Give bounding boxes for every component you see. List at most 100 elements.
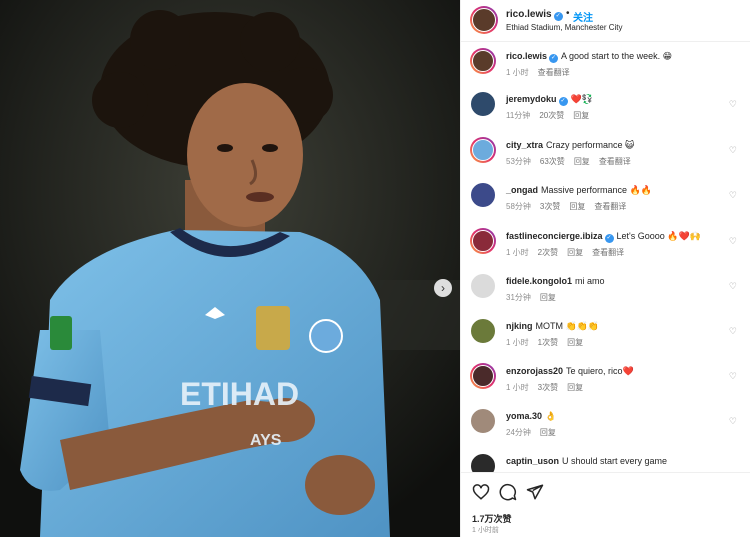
comment-like-icon[interactable]: ♡ <box>729 371 737 382</box>
comment-icon[interactable] <box>499 483 517 501</box>
share-icon[interactable] <box>526 483 544 501</box>
comment-text: mi amo <box>575 276 605 286</box>
comments-list[interactable]: rico.lewis ✓ A good start to the week. 😁 1 … <box>461 42 750 472</box>
post-location[interactable]: Ethiad Stadium, Manchester City <box>506 23 623 32</box>
comment-line: fidele.kongolo1 mi amo <box>506 276 605 286</box>
comment-text: Massive performance 🔥🔥 <box>541 185 652 195</box>
comment-username[interactable]: njking <box>506 321 533 331</box>
reply-button[interactable]: 回复 <box>574 157 590 166</box>
comment-like-icon[interactable]: ♡ <box>729 190 737 201</box>
comment-likes[interactable]: 63次赞 <box>540 157 565 166</box>
post-side-panel: rico.lewis ✓ • 关注 Ethiad Stadium, Manches… <box>460 0 750 537</box>
comment-time: 53分钟 <box>506 157 531 166</box>
comment-text: 👌 <box>545 411 557 421</box>
comment-line: rico.lewis ✓ A good start to the week. 😁 <box>506 51 672 63</box>
comment-username[interactable]: fidele.kongolo1 <box>506 276 572 286</box>
comment-username[interactable]: fastlineconcierge.ibiza <box>506 231 603 241</box>
reply-button[interactable]: 回复 <box>540 428 556 437</box>
comment-avatar[interactable] <box>470 91 496 117</box>
comment-username[interactable]: city_xtra <box>506 140 543 150</box>
translate-button[interactable]: 查看翻译 <box>599 157 631 166</box>
comment-time: 1 小时 <box>506 68 529 77</box>
author-avatar[interactable] <box>470 6 498 34</box>
verified-badge-icon: ✓ <box>549 54 559 63</box>
comment-text: MOTM 👏👏👏 <box>535 321 600 331</box>
reply-button[interactable]: 回复 <box>567 383 583 392</box>
comment-likes[interactable]: 2次赞 <box>538 248 558 257</box>
comment-meta: 1 小时 查看翻译 <box>506 67 579 78</box>
svg-text:AYS: AYS <box>250 432 282 449</box>
separator-dot: • <box>566 8 570 19</box>
verified-badge-icon: ✓ <box>558 97 568 106</box>
comment-likes[interactable]: 1次赞 <box>538 338 558 347</box>
reply-button[interactable]: 回复 <box>569 202 585 211</box>
comment-username[interactable]: _ongad <box>506 185 538 195</box>
comment-like-icon[interactable]: ♡ <box>729 99 737 110</box>
follow-button[interactable]: 关注 <box>573 9 593 24</box>
comment-like-icon[interactable]: ♡ <box>729 281 737 292</box>
comment-line: yoma.30 👌 <box>506 411 556 422</box>
heart-icon[interactable] <box>472 483 490 501</box>
comment-text: Crazy performance 😺 <box>546 140 635 150</box>
translate-button[interactable]: 查看翻译 <box>592 248 624 257</box>
comment-like-icon[interactable]: ♡ <box>729 416 737 427</box>
reply-button[interactable]: 回复 <box>567 338 583 347</box>
likes-count[interactable]: 1.7万次赞 <box>472 512 512 525</box>
comment-meta: 11分钟 20次赞 回复 <box>506 110 598 121</box>
reply-button[interactable]: 回复 <box>573 111 589 120</box>
comment-avatar[interactable] <box>470 48 496 74</box>
next-photo-button[interactable]: › <box>434 279 452 297</box>
comment-time: 1 小时 <box>506 248 529 257</box>
comment-avatar[interactable] <box>470 318 496 344</box>
comment-likes[interactable]: 3次赞 <box>538 383 558 392</box>
translate-button[interactable]: 查看翻译 <box>538 68 570 77</box>
comment-text: U should start every game <box>562 456 668 466</box>
comment-likes[interactable]: 20次赞 <box>539 111 564 120</box>
comment-time: 1 小时 <box>506 383 529 392</box>
comment-meta: 31分钟 回复 <box>506 292 565 303</box>
comment-username[interactable]: captin_uson <box>506 456 559 466</box>
comment-avatar[interactable] <box>470 363 496 389</box>
comment-like-icon[interactable]: ♡ <box>729 326 737 337</box>
comment-text: A good start to the week. 😁 <box>561 51 672 61</box>
comment-avatar[interactable] <box>470 408 496 434</box>
comment-avatar[interactable] <box>470 137 496 163</box>
comment-text: Let's Goooo 🔥❤️🙌 <box>616 231 701 241</box>
comment-meta: 1 小时 1次赞 回复 <box>506 337 592 348</box>
comment-line: city_xtra Crazy performance 😺 <box>506 140 634 151</box>
comment-avatar[interactable] <box>470 228 496 254</box>
comment-line: jeremydoku ✓ ❤️💱 <box>506 94 593 106</box>
comment-meta: 24分钟 回复 <box>506 427 565 438</box>
reply-button[interactable]: 回复 <box>540 293 556 302</box>
translate-button[interactable]: 查看翻译 <box>594 202 626 211</box>
author-username-container[interactable]: rico.lewis ✓ <box>506 9 563 21</box>
player-image: ETIHAD AYS <box>0 0 460 537</box>
comment-time: 1 小时 <box>506 338 529 347</box>
verified-badge-icon: ✓ <box>604 234 614 243</box>
reply-button[interactable]: 回复 <box>567 248 583 257</box>
comment-time: 58分钟 <box>506 202 531 211</box>
comment-like-icon[interactable]: ♡ <box>729 236 737 247</box>
verified-badge-icon: ✓ <box>553 12 563 21</box>
comment-username[interactable]: yoma.30 <box>506 411 542 421</box>
svg-text:ETIHAD: ETIHAD <box>180 376 299 412</box>
post-time: 1 小时前 <box>472 527 499 534</box>
comment-time: 31分钟 <box>506 293 531 302</box>
comment-avatar[interactable] <box>470 453 496 472</box>
comment-meta: 1 小时 2次赞 回复 查看翻译 <box>506 247 633 258</box>
comment-avatar[interactable] <box>470 273 496 299</box>
comment-like-icon[interactable]: ♡ <box>729 145 737 156</box>
comment-username[interactable]: rico.lewis <box>506 51 547 61</box>
comment-meta: 58分钟 3次赞 回复 查看翻译 <box>506 201 635 212</box>
comment-line: enzorojass20 Te quiero, rico❤️ <box>506 366 634 377</box>
comment-likes[interactable]: 3次赞 <box>540 202 560 211</box>
post-header: rico.lewis ✓ • 关注 Ethiad Stadium, Manches… <box>461 0 750 42</box>
comment-username[interactable]: enzorojass20 <box>506 366 563 376</box>
comment-username[interactable]: jeremydoku <box>506 94 557 104</box>
comment-avatar[interactable] <box>470 182 496 208</box>
post-actions: 1.7万次赞 1 小时前 <box>461 472 750 537</box>
comment-line: fastlineconcierge.ibiza ✓ Let's Goooo 🔥❤️🙌 <box>506 231 701 243</box>
comment-line: captin_uson U should start every game <box>506 456 667 466</box>
author-username[interactable]: rico.lewis <box>506 9 552 20</box>
comment-line: _ongad Massive performance 🔥🔥 <box>506 185 652 196</box>
